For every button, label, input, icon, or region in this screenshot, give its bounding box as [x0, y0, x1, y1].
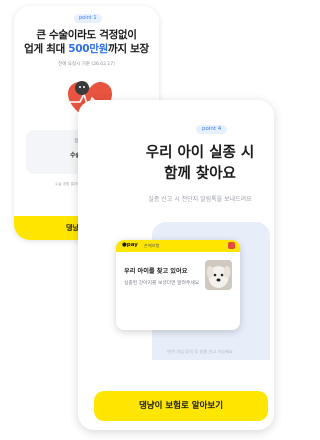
front-card-subtitle: 실종 신고 시 전단지 알림톡을 보내드려요	[148, 196, 252, 203]
front-title-line1: 우리 아이 실종 시	[145, 145, 255, 161]
back-title-line2-pre: 업게 최대	[24, 43, 69, 55]
front-card-note: 반려 가입 동의 후 실종 신고 가능해요	[167, 349, 233, 354]
point-badge: point 4	[196, 125, 228, 134]
coverage-amount: 500만원	[68, 43, 109, 55]
notification-tag: 손해보험	[144, 243, 160, 248]
back-title-line2-post: 까지 보장	[108, 43, 149, 55]
notification-header: ●pay 손해보험	[116, 240, 240, 252]
back-title-line2: 업게 최대 500만원까지 보장	[14, 42, 159, 56]
notification-title: 우리 아이를 찾고 있어요	[124, 268, 188, 275]
learn-more-button[interactable]: 댕냥이 보험로 알아보기	[94, 391, 268, 421]
back-title-line1: 큰 수술이라도 걱정없이	[36, 29, 137, 41]
notification-body: 실종된 강아지를 보셨다면 알려주세요	[124, 281, 200, 286]
point-badge: point 1	[74, 14, 102, 23]
back-card-title: 큰 수술이라도 걱정없이 업게 최대 500만원까지 보장	[14, 28, 159, 56]
missing-pet-notification: ●pay 손해보험 우리 아이를 찾고 있어요 실종된 강아지를 보셨다면 알려…	[116, 240, 240, 330]
front-benefit-card: point 4 우리 아이 실종 시 함께 찾아요 실종 신고 시 전단지 알림…	[78, 100, 274, 430]
dog-photo	[205, 260, 232, 290]
pay-logo: ●pay	[122, 242, 138, 248]
back-card-subtitle: 전에 요청시 기준 (26.02.17)	[58, 62, 115, 67]
alarm-icon	[228, 242, 235, 249]
front-title-line2: 함께 찾아요	[164, 166, 236, 182]
front-card-title: 우리 아이 실종 시 함께 찾아요	[78, 143, 274, 185]
